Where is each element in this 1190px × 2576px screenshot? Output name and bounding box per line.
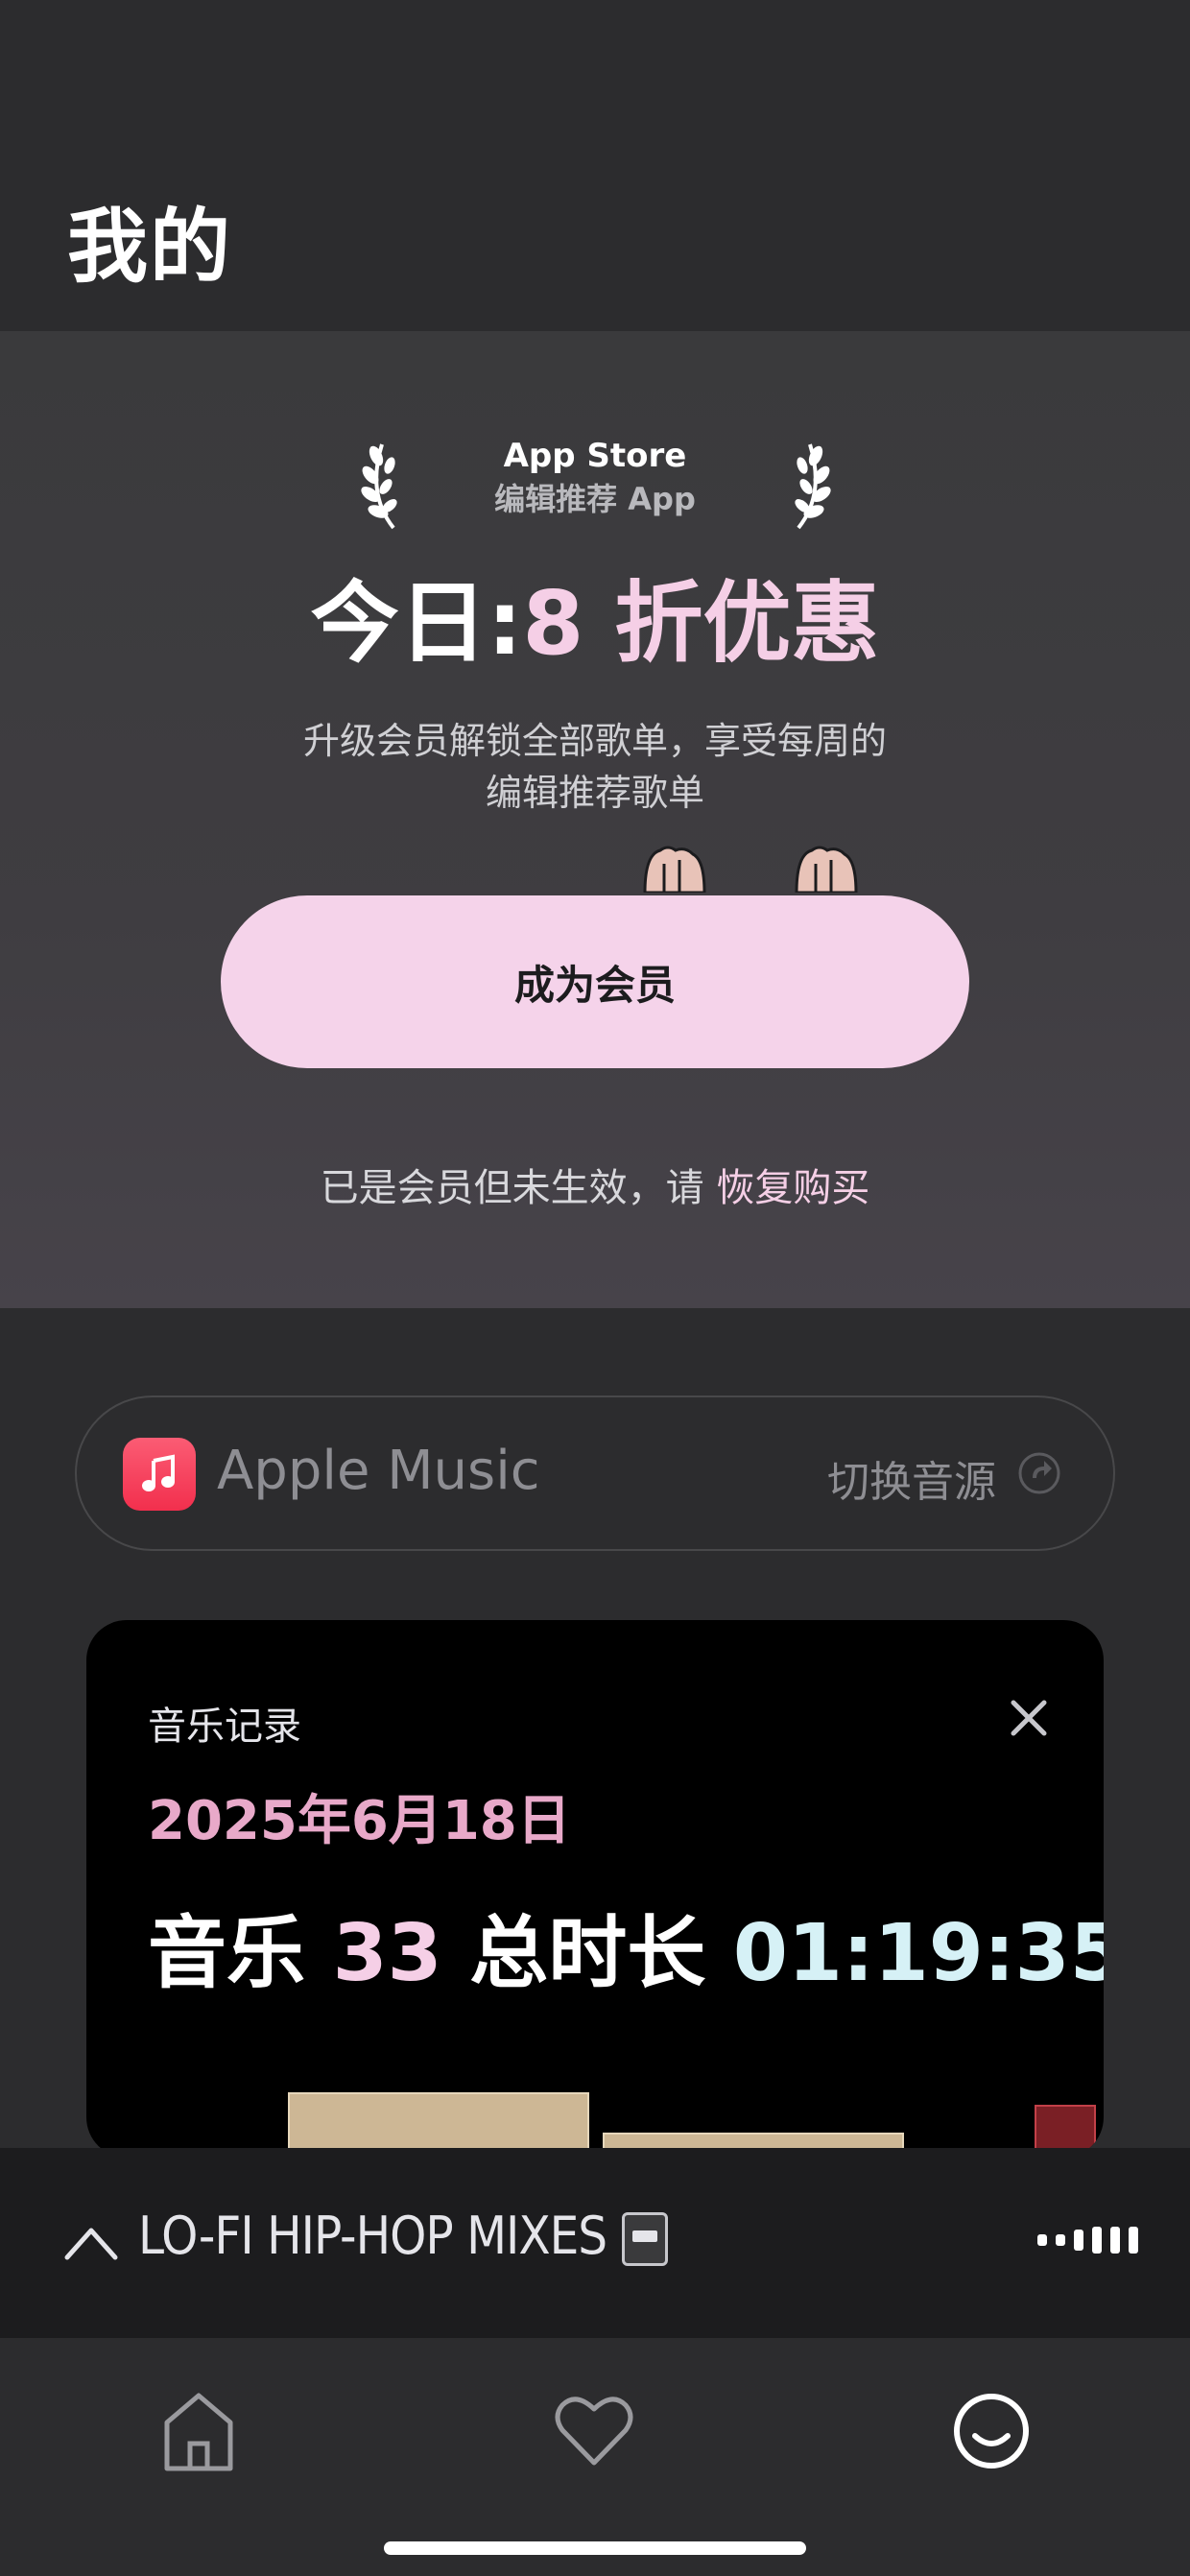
music-record-card[interactable]: 音乐记录 2025年6月18日 音乐 33 总时长 01:19:35 xyxy=(86,1620,1104,2158)
become-member-button[interactable]: 成为会员 xyxy=(221,895,969,1068)
membership-promo: App Store 编辑推荐 App 今日:8 折优惠 升级会员解锁全部歌单，享… xyxy=(0,331,1190,1308)
me-tab-icon[interactable] xyxy=(948,2388,1035,2474)
paw-right-icon xyxy=(795,846,858,893)
music-label: 音乐 xyxy=(148,1908,306,1999)
music-source-name: Apple Music xyxy=(217,1440,540,1502)
restore-purchase-link[interactable]: 恢复购买 xyxy=(716,1166,869,1210)
record-title: 音乐记录 xyxy=(148,1705,301,1749)
mini-player[interactable]: LO-FI HIP-HOP MIXES xyxy=(0,2148,1190,2338)
music-count: 33 xyxy=(332,1908,442,1999)
editors-choice-label: 编辑推荐 App xyxy=(494,481,696,517)
deal-prefix: 今日: xyxy=(310,572,523,675)
apple-music-icon xyxy=(123,1438,196,1511)
notebook-icon xyxy=(622,2212,669,2267)
duration-label: 总时长 xyxy=(469,1908,706,1999)
restore-text: 已是会员但未生效，请 xyxy=(320,1166,704,1210)
audio-level-icon xyxy=(1037,2227,1138,2254)
deal-headline: 今日:8 折优惠 xyxy=(0,552,1190,680)
deal-highlight: 8 折优惠 xyxy=(522,572,880,675)
home-indicator[interactable] xyxy=(384,2541,806,2555)
record-stats: 音乐 33 总时长 01:19:35 xyxy=(148,1889,1104,2003)
now-playing-title[interactable]: LO-FI HIP-HOP MIXES xyxy=(138,2206,669,2267)
record-date: 2025年6月18日 xyxy=(148,1790,571,1852)
paw-left-icon xyxy=(643,846,706,893)
close-icon[interactable] xyxy=(1006,1695,1052,1741)
home-tab-icon[interactable] xyxy=(155,2388,242,2474)
page-title: 我的 xyxy=(67,200,233,294)
music-source-selector[interactable]: Apple Music 切换音源 xyxy=(75,1395,1115,1551)
switch-source-icon[interactable] xyxy=(1015,1449,1063,1497)
app-store-label: App Store xyxy=(503,437,687,475)
favorites-tab-icon[interactable] xyxy=(551,2388,637,2474)
now-playing-text: LO-FI HIP-HOP MIXES xyxy=(138,2206,607,2266)
total-duration: 01:19:35 xyxy=(732,1908,1104,1999)
header: 我的 xyxy=(0,0,1190,331)
chevron-up-icon[interactable] xyxy=(63,2223,119,2261)
switch-source-label[interactable]: 切换音源 xyxy=(827,1447,996,1509)
restore-purchase-row: 已是会员但未生效，请 恢复购买 xyxy=(0,1157,1190,1212)
tab-bar xyxy=(0,2338,1190,2576)
promo-description: 升级会员解锁全部歌单，享受每周的编辑推荐歌单 xyxy=(302,720,887,814)
